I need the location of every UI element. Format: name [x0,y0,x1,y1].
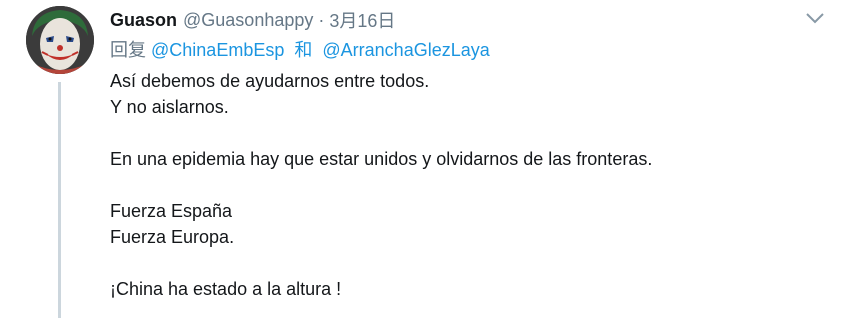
tweet-line: Así debemos de ayudarnos entre todos. [110,71,430,91]
tweet-body: Así debemos de ayudarnos entre todos. Y … [110,68,830,302]
separator: · [318,9,325,30]
mention-link-2[interactable]: @ArranchaGlezLaya [322,40,489,60]
tweet-line: En una epidemia hay que estar unidos y o… [110,149,653,169]
joker-avatar-image [26,6,94,74]
tweet-line: Y no aislarnos. [110,97,229,117]
reply-context: 回复 @ChinaEmbEsp 和 @ArranchaGlezLaya [110,38,490,62]
reply-conjunction: 和 [294,40,313,60]
tweet: Guason @Guasonhappy · 3月16日 回复 @ChinaEmb… [0,0,848,318]
tweet-line: Fuerza Europa. [110,227,235,247]
chevron-down-icon[interactable] [804,10,826,26]
tweet-header: Guason @Guasonhappy · 3月16日 [110,8,395,32]
thread-line [58,82,61,318]
author-handle[interactable]: @Guasonhappy [183,10,313,31]
tweet-line: Fuerza España [110,201,233,221]
tweet-date[interactable]: 3月16日 [329,7,395,33]
tweet-line: ¡China ha estado a la altura ! [110,279,342,299]
mention-link-1[interactable]: @ChinaEmbEsp [151,40,284,60]
avatar[interactable] [26,6,94,74]
reply-label: 回复 [110,40,146,60]
author-name[interactable]: Guason [110,10,177,31]
